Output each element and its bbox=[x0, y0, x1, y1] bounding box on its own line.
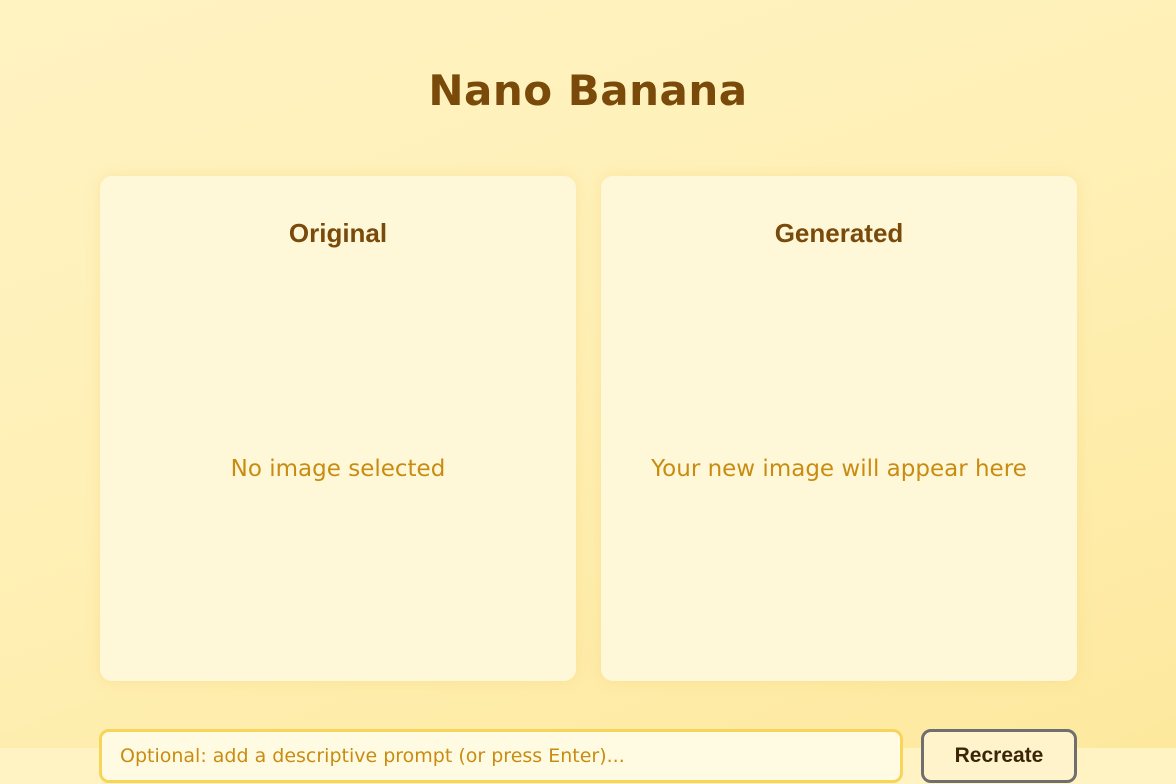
original-image-panel[interactable]: Original No image selected bbox=[100, 176, 576, 681]
generated-image-panel: Generated Your new image will appear her… bbox=[601, 176, 1077, 681]
prompt-input[interactable] bbox=[99, 729, 903, 783]
original-panel-title: Original bbox=[288, 218, 388, 248]
app-title: Nano Banana bbox=[428, 66, 748, 115]
generated-panel-title: Generated bbox=[774, 218, 904, 248]
recreate-button[interactable]: Recreate bbox=[921, 729, 1077, 783]
app-page: Nano Banana Original No image selected G… bbox=[0, 0, 1176, 784]
generated-panel-placeholder: Your new image will appear here bbox=[651, 456, 1027, 482]
original-panel-placeholder: No image selected bbox=[230, 456, 446, 482]
